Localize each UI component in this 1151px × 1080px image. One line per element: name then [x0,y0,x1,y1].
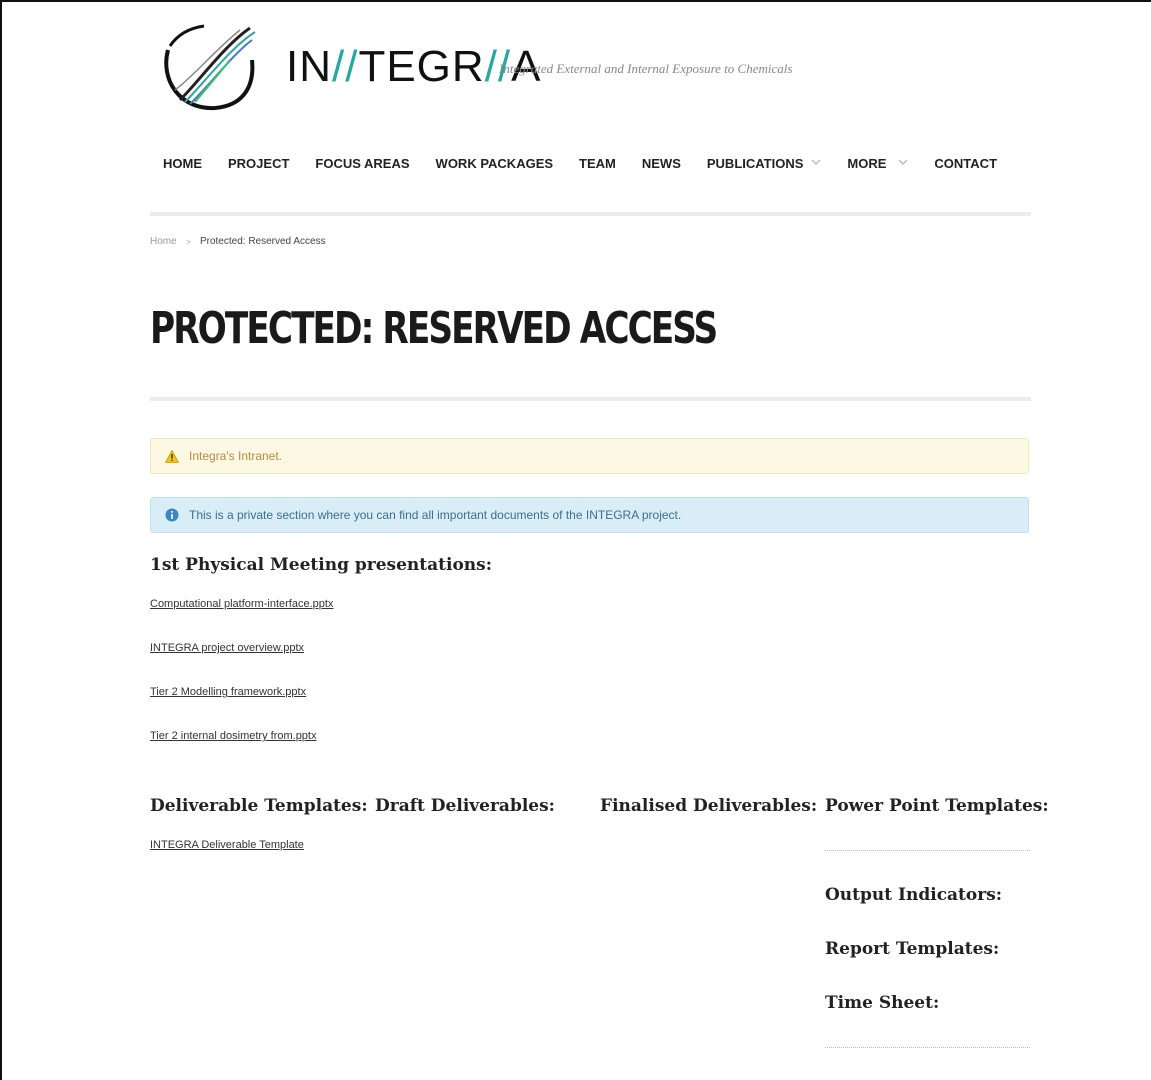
logo-text-part: TEGR [358,42,485,91]
info-alert: This is a private section where you can … [150,497,1029,533]
nav-item-team[interactable]: TEAM [566,156,629,171]
nav-item-label: CONTACT [934,155,998,171]
meeting-link[interactable]: Tier 2 internal dosimetry from.pptx [150,730,316,742]
finalised-deliverables-heading: Finalised Deliverables: [600,796,818,816]
logo-slash: // [332,42,359,91]
breadcrumb-current: Protected: Reserved Access [199,236,326,247]
nav-item-label: MORE [847,155,887,171]
nav-item-label: NEWS [641,155,681,171]
nav-item-label: PUBLICATIONS [706,155,804,171]
breadcrumb-home-link[interactable]: Home [150,236,177,247]
draft-deliverables-heading: Draft Deliverables: [375,796,555,816]
chevron-down-icon [898,159,908,166]
nav-item-news[interactable]: NEWS [629,156,694,171]
report-templates-heading: Report Templates: [825,939,1000,959]
warning-alert: Integra's Intranet. [150,438,1029,474]
nav-item-more[interactable]: MORE [834,156,921,171]
meeting-link[interactable]: INTEGRA project overview.pptx [150,642,304,654]
page-title: PROTECTED: RESERVED ACCESS [150,303,718,354]
chevron-down-icon [811,159,821,166]
warning-alert-text: Integra's Intranet. [189,449,283,463]
deliverable-templates-heading: Deliverable Templates: [150,796,368,816]
main-nav: HOME PROJECT FOCUS AREAS WORK PACKAGES T… [150,148,1010,178]
title-divider [150,397,1031,401]
power-point-templates-heading: Power Point Templates: [825,796,1049,816]
meeting-link[interactable]: Computational platform-interface.pptx [150,598,333,610]
deliverable-template-link[interactable]: INTEGRA Deliverable Template [150,839,304,851]
nav-item-label: PROJECT [228,155,290,171]
nav-item-home[interactable]: HOME [150,156,215,171]
nav-item-label: FOCUS AREAS [315,155,410,171]
divider-dotted [825,850,1030,851]
meeting-heading: 1st Physical Meeting presentations: [150,555,493,575]
nav-item-label: HOME [163,155,202,171]
site-logo[interactable]: IN//TEGR//A [160,20,540,115]
meeting-link[interactable]: Tier 2 Modelling framework.pptx [150,686,306,698]
breadcrumb: Home > Protected: Reserved Access [150,236,326,247]
logo-swirl-icon [164,24,256,111]
divider-dotted [825,1047,1030,1048]
output-indicators-heading: Output Indicators: [825,885,1003,905]
logo-text-part: IN [286,42,332,91]
nav-item-focus-areas[interactable]: FOCUS AREAS [302,156,422,171]
nav-item-work-packages[interactable]: WORK PACKAGES [423,156,566,171]
nav-item-publications[interactable]: PUBLICATIONS [694,156,835,171]
time-sheet-heading: Time Sheet: [825,993,940,1013]
info-alert-text: This is a private section where you can … [189,508,682,522]
site-tagline: Integrated External and Internal Exposur… [499,61,793,76]
nav-item-label: WORK PACKAGES [435,155,554,171]
nav-item-contact[interactable]: CONTACT [921,156,1010,171]
info-icon [165,508,179,522]
breadcrumb-separator-icon: > [185,236,191,247]
nav-item-project[interactable]: PROJECT [215,156,302,171]
nav-item-label: TEAM [579,155,616,171]
warning-icon [165,449,179,463]
header-divider [150,212,1031,216]
